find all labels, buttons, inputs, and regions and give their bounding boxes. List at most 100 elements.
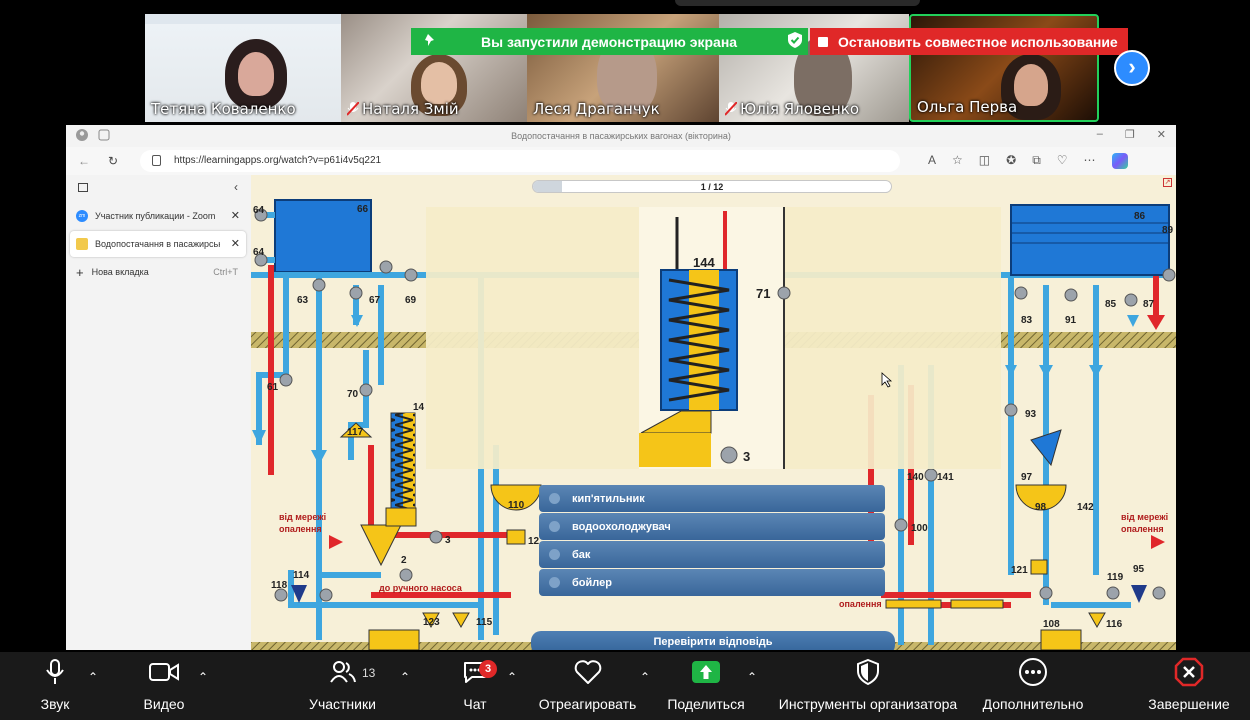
diagram-label: 116: [1106, 619, 1123, 630]
answer-text: бойлер: [572, 577, 612, 589]
tab-title: Водопостачання в пасажирськ: [95, 239, 220, 249]
stop-icon: [818, 37, 828, 47]
new-tab-button[interactable]: + Нова вкладка Ctrl+T: [70, 259, 246, 285]
react-label: Отреагировать: [535, 696, 640, 712]
share-screen-button[interactable]: Поделиться ⌃: [665, 652, 747, 720]
participant-name: Тетяна Коваленко: [151, 100, 296, 118]
diagram-label: 114: [293, 570, 310, 581]
split-screen-icon[interactable]: ◫: [979, 153, 990, 169]
host-tools-button[interactable]: Инструменты организатора: [772, 652, 964, 720]
plus-icon: +: [76, 265, 84, 280]
progress-fill: [533, 181, 562, 192]
tab-learningapps[interactable]: Водопостачання в пасажирськ ✕: [70, 231, 246, 257]
stop-share-label: Остановить совместное использование: [838, 34, 1118, 50]
answer-option[interactable]: бак: [539, 541, 885, 568]
participants-button[interactable]: 13 Участники ⌃: [305, 652, 380, 720]
manual-pump-label: до ручного насоса: [379, 583, 463, 593]
read-aloud-icon[interactable]: A⁳: [928, 153, 936, 169]
participant-name: Леся Драганчук: [533, 100, 660, 118]
chat-button[interactable]: 3 Чат ⌃: [455, 652, 495, 720]
chevron-up-icon[interactable]: ⌃: [640, 670, 650, 684]
audio-button[interactable]: Звук ⌃: [30, 652, 80, 720]
more-options-icon[interactable]: ⋯: [1084, 153, 1096, 169]
chevron-up-icon[interactable]: ⌃: [507, 670, 517, 684]
shared-browser-window: Водопостачання в пасажирських вагонах (в…: [66, 125, 1176, 650]
pin-icon[interactable]: [411, 33, 451, 50]
zoom-label: 144: [693, 255, 715, 270]
participant-face: [421, 62, 457, 104]
url-field[interactable]: https://learningapps.org/watch?v=p61i4v5…: [140, 150, 900, 172]
diagram-label: 86: [1134, 211, 1146, 222]
video-button[interactable]: Видео ⌃: [138, 652, 190, 720]
participant-face: [1014, 64, 1048, 106]
screen-share-status-banner: Вы запустили демонстрацию экрана: [411, 28, 808, 55]
radio-icon: [549, 549, 560, 560]
participant-name: Юлія Яловенко: [725, 100, 859, 118]
diagram-label: 83: [1021, 315, 1033, 326]
url-text: https://learningapps.org/watch?v=p61i4v5…: [174, 155, 381, 166]
diagram-label: 98: [1035, 502, 1047, 513]
close-icon[interactable]: ✕: [1157, 128, 1166, 141]
diagram-label: 141: [937, 472, 954, 483]
star-icon[interactable]: ☆: [952, 153, 963, 169]
answer-option[interactable]: кип'ятильник: [539, 485, 885, 512]
answer-text: водоохолоджувач: [572, 521, 671, 533]
lock-icon: [152, 155, 161, 166]
more-button[interactable]: Дополнительно: [977, 652, 1089, 720]
quiz-progress-bar: 1 / 12: [532, 180, 892, 193]
heart-pulse-icon[interactable]: ♡: [1057, 153, 1068, 169]
tab-zoom[interactable]: zm Участник публикации - Zoom ✕: [70, 203, 246, 229]
more-label: Дополнительно: [977, 696, 1089, 712]
collapse-panel-icon[interactable]: ‹: [234, 180, 238, 194]
diagram-label: 117: [347, 427, 364, 438]
tab-title: Участник публикации - Zoom: [95, 211, 215, 221]
diagram-label: 95: [1133, 564, 1145, 575]
participant-tile[interactable]: Тетяна Коваленко: [145, 14, 341, 122]
copilot-icon[interactable]: [1112, 153, 1128, 169]
next-page-button[interactable]: ›: [1114, 50, 1150, 86]
diagram-label: 121: [1011, 565, 1028, 576]
answer-option[interactable]: бойлер: [539, 569, 885, 596]
diagram-label: 119: [1107, 572, 1124, 583]
chevron-up-icon[interactable]: ⌃: [198, 670, 208, 684]
diagram-label: 70: [347, 389, 359, 400]
top-drag-handle[interactable]: [675, 0, 920, 6]
diagram-label: 142: [1077, 502, 1094, 513]
answer-option[interactable]: водоохолоджувач: [539, 513, 885, 540]
tab-actions-icon[interactable]: [78, 183, 88, 192]
chat-unread-badge: 3: [479, 660, 497, 678]
diagram-label: 14: [413, 402, 425, 413]
minimize-icon[interactable]: –: [1097, 128, 1103, 141]
diagram-label: 64: [253, 205, 265, 216]
diagram-label: 115: [476, 617, 493, 628]
chevron-up-icon[interactable]: ⌃: [747, 670, 757, 684]
shield-check-icon: [782, 32, 808, 51]
close-tab-icon[interactable]: ✕: [231, 209, 240, 222]
mic-muted-icon: [347, 102, 359, 116]
chevron-right-icon: ›: [1128, 54, 1135, 79]
chevron-up-icon[interactable]: ⌃: [400, 670, 410, 684]
audio-label: Звук: [30, 696, 80, 712]
progress-text: 1 / 12: [701, 182, 724, 192]
end-meeting-button[interactable]: Завершение: [1145, 652, 1233, 720]
diagram-label: 87: [1143, 299, 1155, 310]
quiz-content: 64 66 64 63 67 69 61 70 117 14 3 110 12 …: [251, 175, 1176, 650]
diagram-label: 66: [357, 204, 369, 215]
stop-share-button[interactable]: Остановить совместное использование: [810, 28, 1128, 55]
refresh-icon[interactable]: ↻: [108, 154, 118, 168]
favorites-icon[interactable]: ✪: [1006, 153, 1016, 169]
back-arrow-icon[interactable]: ←: [78, 154, 90, 168]
close-tab-icon[interactable]: ✕: [231, 237, 240, 250]
fullscreen-icon[interactable]: ↗: [1163, 178, 1172, 187]
react-button[interactable]: Отреагировать ⌃: [535, 652, 640, 720]
chevron-up-icon[interactable]: ⌃: [88, 670, 98, 684]
end-close-icon: [1174, 657, 1204, 687]
participants-count: 13: [362, 666, 375, 680]
maximize-icon[interactable]: ❐: [1125, 128, 1135, 141]
video-camera-icon: [149, 662, 179, 682]
heating-label: опалення: [839, 599, 882, 609]
check-answer-button[interactable]: Перевірити відповідь: [531, 631, 895, 650]
collections-icon[interactable]: ⧉: [1032, 153, 1041, 169]
window-title: Водопостачання в пасажирських вагонах (в…: [66, 131, 1176, 141]
backdrop-banner: [145, 14, 341, 24]
